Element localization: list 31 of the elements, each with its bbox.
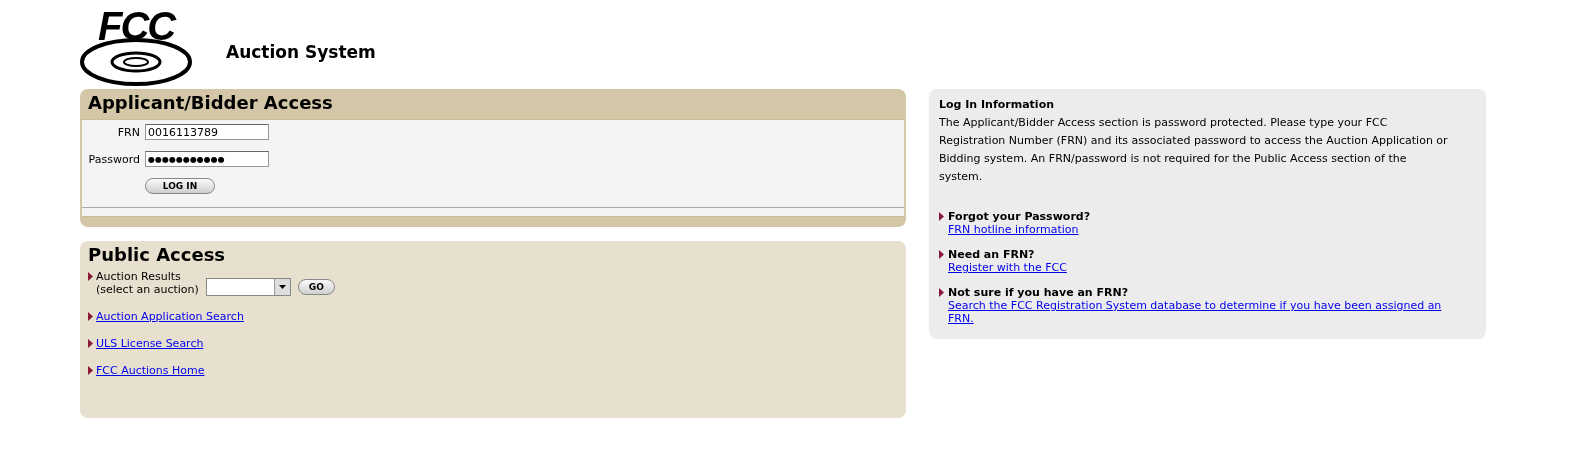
bullet-arrow-icon: [939, 288, 944, 297]
go-button[interactable]: GO: [297, 279, 335, 295]
info-title: Log In Information: [939, 98, 1056, 111]
logo-text: FCC: [98, 5, 175, 46]
link[interactable]: Search the FCC Registration System database to determine if you have been assigned an FRN.: [948, 299, 1452, 325]
link[interactable]: Auction Application Search: [96, 310, 244, 323]
field-label: Auction Results: [96, 270, 182, 283]
bullet-arrow-icon: [939, 250, 944, 259]
login-button[interactable]: LOG IN: [145, 178, 215, 194]
link[interactable]: FRN hotline information: [948, 223, 1091, 236]
info-heading: Need an FRN?: [948, 248, 1036, 261]
bullet-arrow-icon: [88, 366, 93, 375]
link[interactable]: Register with the FCC: [948, 261, 1067, 274]
bullet-arrow-icon: [939, 212, 944, 221]
bullet-arrow-icon: [88, 272, 93, 281]
page-title: Auction System: [226, 41, 376, 62]
info-paragraph: The Applicant/Bidder Access section is password protected. Please type your FCC Registration Number (FRN) and its associated password to access the Auction Application or Bidding system. An FRN/password is not required for the Public Access section of the system.: [939, 115, 1449, 185]
info-heading: Not sure if you have an FRN?: [948, 286, 1130, 299]
dropdown-arrow-icon[interactable]: [278, 285, 286, 289]
link[interactable]: ULS License Search: [96, 337, 204, 350]
field-hint: (select an auction): [96, 283, 199, 296]
password-field[interactable]: ●●●●●●●●●●●: [145, 151, 269, 167]
input-field[interactable]: 0016113789: [145, 124, 269, 140]
info-heading: Forgot your Password?: [948, 210, 1091, 223]
panel-title: Public Access: [88, 244, 226, 265]
bullet-arrow-icon: [88, 312, 93, 321]
link[interactable]: FCC Auctions Home: [96, 364, 205, 377]
field-label: Password: [87, 152, 141, 166]
field-label: FRN: [116, 125, 141, 139]
panel-title: Applicant/Bidder Access: [88, 92, 333, 113]
bullet-arrow-icon: [88, 339, 93, 348]
